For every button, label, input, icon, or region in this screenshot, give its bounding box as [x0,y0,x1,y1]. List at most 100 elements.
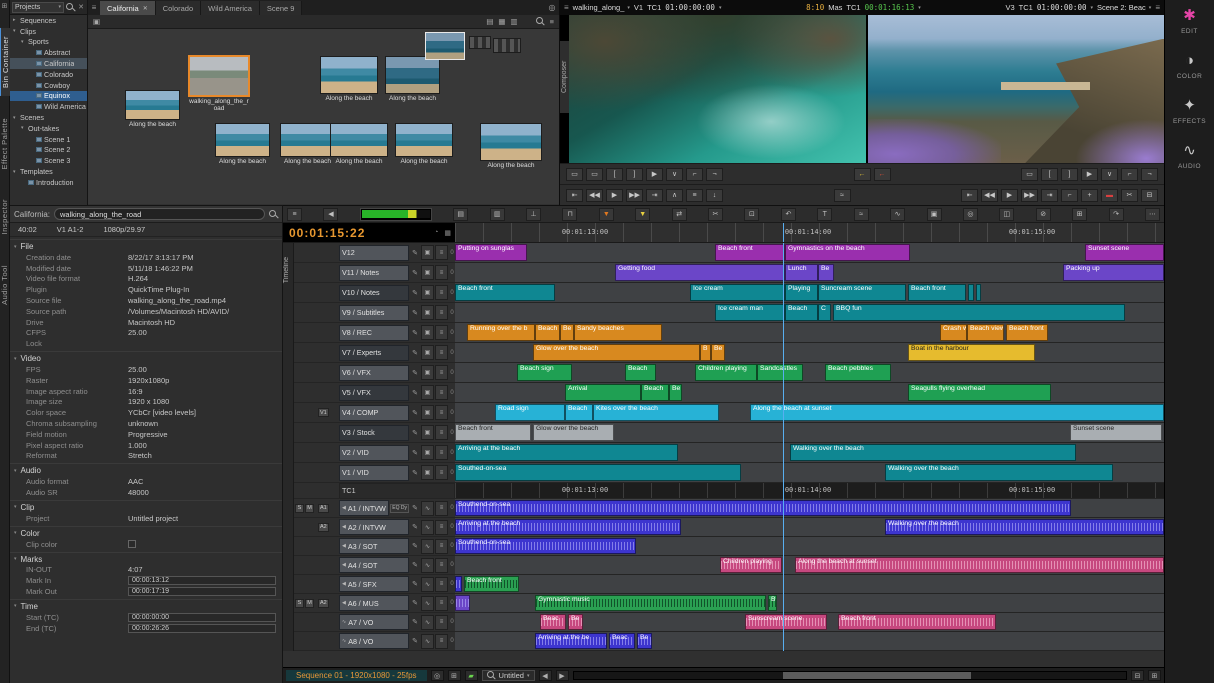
track-lock-button[interactable]: ≡ [435,365,448,380]
timeline-vertical-tab[interactable]: Timeline [283,243,294,651]
pencil-icon[interactable]: ✎ [410,289,420,297]
track-lane-a6-mus[interactable]: Gymnastic musicB [455,594,1164,612]
collapse-arrow-icon[interactable]: ▾ [14,244,17,250]
section-header-marks[interactable]: ▾Marks [10,552,282,565]
panel-tab-audio-tool[interactable]: Audio Tool [0,257,9,313]
clip[interactable]: Beach [785,304,818,321]
clip[interactable]: Arriving at the be [535,633,607,649]
track-lane-a2-intvw[interactable]: Arriving at the beachWalking over the be… [455,518,1164,536]
clip[interactable]: Glow over the beach [533,344,700,361]
record-menu-icon[interactable]: ≡ [1155,3,1160,12]
patch-chip[interactable]: V1 [318,408,329,417]
clip[interactable]: Suncream scene [818,284,906,301]
clip[interactable]: Beach [535,324,560,341]
timeline-view-selector[interactable]: Untitled ▾ [482,670,535,681]
pencil-icon[interactable]: ✎ [410,389,420,397]
source-menu-icon[interactable]: ≡ [564,3,569,12]
clip[interactable]: Walking over the beach [885,464,1113,481]
smooth-tool-button[interactable]: ≈ [854,208,869,221]
clip[interactable] [976,284,981,301]
bin-menu-icon[interactable]: ≡ [550,17,554,26]
cut-button-button[interactable]: ✂ [1121,189,1138,202]
master-timecode-display[interactable]: 00:01:15:22 ◔ ▦ [283,223,455,242]
track-name[interactable]: V3 / Stock [339,425,409,441]
expand-arrow-icon[interactable]: ▾ [21,39,28,45]
clip[interactable]: Sunset scene [1070,424,1162,441]
clip[interactable]: Beach front [455,424,531,441]
search-icon[interactable] [66,3,75,12]
clip[interactable]: Sandcastles [757,364,803,381]
track-header-v6-vfx[interactable]: V6 / VFX✎▣≡0 [294,363,455,382]
track-header-v7-experts[interactable]: V7 / Experts✎▣≡0 [294,343,455,362]
panel-tab-inspector[interactable]: Inspector [0,191,9,242]
track-monitor-button[interactable]: ∿ [421,596,434,611]
toggle-source-timeline-button[interactable]: ⊞ [448,670,461,681]
tree-item-sequences[interactable]: ▸Sequences [10,15,87,26]
play-source-button[interactable]: ▶ [646,168,663,181]
track-lock-button[interactable]: ≡ [435,425,448,440]
track-lock-button[interactable]: ≡ [435,615,448,630]
play-button[interactable]: ▶ [606,189,623,202]
lock-icon[interactable]: ▣ [93,17,100,26]
clip[interactable]: Beach pebbles [825,364,891,381]
track-monitor-button[interactable]: ▣ [421,285,434,300]
clip-thumbnail[interactable]: Along the beach [395,123,453,165]
track-monitor-button[interactable]: ▣ [421,385,434,400]
track-header-v3-stock[interactable]: V3 / Stock✎▣≡0 [294,423,455,442]
clip[interactable]: C [818,304,831,321]
record-tc-type[interactable]: TC1 [1019,3,1033,12]
track-monitor-button[interactable]: ∿ [421,615,434,630]
clock-icon[interactable]: ◔ [434,229,438,236]
go-to-in-record-button[interactable]: ⌐ [1121,168,1138,181]
track-lane-v12[interactable]: Putting on sunglasBeach frontGymnastics … [455,243,1164,262]
track-lane-v4-comp[interactable]: Road signBeachKites over the beachAlong … [455,403,1164,422]
row-input[interactable]: 00:00:00:00 [128,613,276,622]
track-name[interactable]: V5 / VFX [339,385,409,401]
clip[interactable]: Ice cream man [715,304,785,321]
source-clip-selector[interactable]: walking_along_ ▾ [573,3,630,12]
track-header-v4-comp[interactable]: V1V4 / COMP✎▣≡0 [294,403,455,422]
clip[interactable] [455,595,470,611]
go-to-end-record-button[interactable]: ⇥ [1041,189,1058,202]
track-lock-button[interactable]: ≡ [435,577,448,592]
grid-tool-button[interactable]: ⊞ [1072,208,1087,221]
tree-item-scenes[interactable]: ▾Scenes [10,112,87,123]
track-header-a5-sfx[interactable]: ◀A5 / SFX✎∿≡0 [294,575,455,593]
track-monitor-button[interactable]: ∿ [421,634,434,649]
bin-tab-scene-9[interactable]: Scene 9 [260,1,303,15]
pencil-icon[interactable]: ✎ [410,504,420,512]
mark-out-record-button[interactable]: ] [1061,168,1078,181]
segment-lift-button[interactable]: ▼ [635,208,650,221]
video-quality-icon[interactable]: ▰ [465,670,478,681]
playhead[interactable] [783,243,784,651]
clip[interactable]: Beac [609,633,635,649]
track-name[interactable]: V8 / REC [339,325,409,341]
clip[interactable]: Sunscream scene [745,614,827,630]
clip[interactable]: Running over the b [467,324,535,341]
clip[interactable]: Beach front [1006,324,1048,341]
collapse-arrow-icon[interactable]: ▾ [14,530,17,536]
tree-item-wild-america[interactable]: Wild America [10,101,87,112]
pencil-icon[interactable]: ✎ [410,409,420,417]
track-lock-button[interactable]: ≡ [435,465,448,480]
panel-tab-bin-container[interactable]: Bin Container [0,28,10,96]
video-input-toggle-button[interactable]: ▭ [586,168,603,181]
track-header-v8-rec[interactable]: V8 / REC✎▣≡0 [294,323,455,342]
track-lock-button[interactable]: ≡ [435,325,448,340]
step-up-button[interactable]: ∧ [666,189,683,202]
playhead-marker[interactable] [783,223,784,242]
row-input[interactable]: 00:00:26:26 [128,624,276,633]
track-header-a2-intvw[interactable]: A2◀A2 / INTVW✎∿≡0 [294,518,455,536]
clip[interactable]: Be [669,384,682,401]
track-name[interactable]: ◀A6 / MUS [339,595,409,611]
tree-item-scene-2[interactable]: Scene 2 [10,145,87,156]
clip[interactable]: Beach front [838,614,996,630]
mark-in-button[interactable]: [ [606,168,623,181]
track-monitor-button[interactable]: ▣ [421,405,434,420]
clip[interactable]: Along the beach at sunset [795,557,1164,573]
play-record-button[interactable]: ▶ [1081,168,1098,181]
clip[interactable]: Glow over the beach [533,424,614,441]
record-monitor-video[interactable] [868,15,1165,163]
track-lane-v10-notes[interactable]: Beach frontIce creamPlayingSuncream scen… [455,283,1164,302]
track-name[interactable]: ∿A7 / VO [339,614,409,630]
